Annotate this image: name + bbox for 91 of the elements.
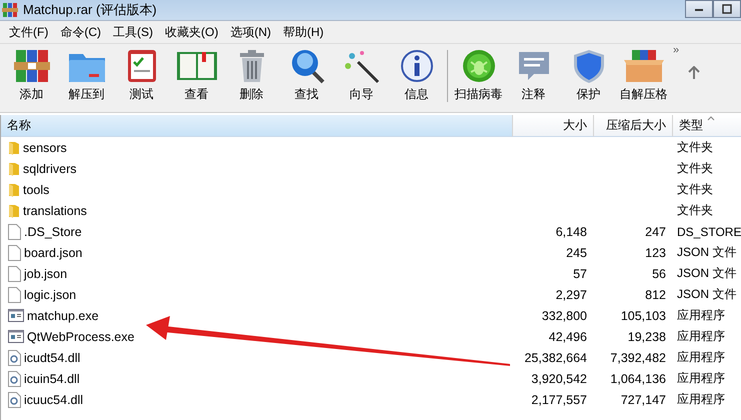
toolbar-button[interactable]: 向导 xyxy=(334,48,389,106)
type-cell: JSON 文件 xyxy=(677,266,736,280)
toolbar-button[interactable]: 自解压格 xyxy=(616,48,671,106)
toolbar-button[interactable]: 查看 xyxy=(169,48,224,106)
file-icon xyxy=(8,244,21,260)
toolbar-button[interactable]: 解压到 xyxy=(59,48,114,106)
file-name: icuin54.dll xyxy=(24,372,80,386)
menu-item[interactable]: 工具(S) xyxy=(107,24,159,40)
file-name: icuuc54.dll xyxy=(24,392,84,406)
file-icon xyxy=(8,224,21,240)
type-cell: 应用程序 xyxy=(677,392,725,406)
column-header[interactable]: 名称 xyxy=(1,115,513,137)
column-header[interactable]: 类型 xyxy=(673,115,741,137)
packed-size-cell: 1,064,136 xyxy=(610,372,666,386)
size-cell: 3,920,542 xyxy=(531,372,587,386)
more-button[interactable]: » xyxy=(673,44,680,56)
box-icon xyxy=(622,48,666,84)
file-name: sensors xyxy=(23,140,67,154)
file-name: .DS_Store xyxy=(24,224,82,238)
minimize-icon xyxy=(694,6,704,12)
packed-size-cell: 727,147 xyxy=(620,392,666,406)
maximize-icon xyxy=(722,4,732,14)
type-cell: 文件夹 xyxy=(677,161,713,175)
books-icon xyxy=(12,48,52,84)
toolbar-button[interactable]: 信息 xyxy=(389,48,444,106)
size-cell: 2,177,557 xyxy=(531,392,587,406)
packed-size-cell: 812 xyxy=(645,288,666,302)
application-icon xyxy=(8,309,24,322)
sort-icon xyxy=(707,116,715,121)
size-cell: 42,496 xyxy=(548,330,587,344)
toolbar-button[interactable]: 保护 xyxy=(561,48,616,106)
packed-size-cell: 123 xyxy=(645,246,666,260)
file-name: job.json xyxy=(24,266,68,280)
size-cell: 332,800 xyxy=(542,308,587,322)
gear-file-icon xyxy=(8,392,21,408)
menu-item[interactable]: 文件(F) xyxy=(3,24,54,40)
type-cell: JSON 文件 xyxy=(677,245,736,259)
app-icon xyxy=(2,2,18,18)
gear-file-icon xyxy=(8,350,21,366)
packed-size-cell: 247 xyxy=(645,224,666,238)
toolbar-button[interactable]: 添加 xyxy=(4,48,59,106)
menu-item[interactable]: 收藏夹(O) xyxy=(159,24,224,40)
type-cell: 应用程序 xyxy=(677,371,725,385)
menu-item[interactable]: 命令(C) xyxy=(54,24,107,40)
file-name: matchup.exe xyxy=(27,308,99,322)
toolbar-button[interactable]: 注释 xyxy=(506,48,561,106)
file-name: tools xyxy=(23,182,50,196)
size-cell: 2,297 xyxy=(556,288,587,302)
file-name: QtWebProcess.exe xyxy=(27,330,134,344)
folder-icon xyxy=(8,203,20,218)
toolbar-button[interactable]: 删除 xyxy=(224,48,279,106)
type-cell: 应用程序 xyxy=(677,329,725,343)
folder-icon xyxy=(8,161,20,176)
folder-icon xyxy=(8,182,20,197)
type-cell: DS_STORE xyxy=(677,224,741,238)
window-title: Matchup.rar (评估版本) xyxy=(23,1,157,19)
type-cell: 应用程序 xyxy=(677,308,725,322)
minimize-button[interactable] xyxy=(685,0,713,18)
packed-size-cell: 19,238 xyxy=(628,330,666,344)
up-arrow-icon xyxy=(688,66,700,80)
up-arrow-button[interactable] xyxy=(687,66,702,82)
packed-size-cell: 7,392,482 xyxy=(610,350,666,364)
toolbar-button[interactable]: 查找 xyxy=(279,48,334,106)
file-name: logic.json xyxy=(24,288,76,302)
type-cell: 应用程序 xyxy=(677,350,725,364)
menu-item[interactable]: 帮助(H) xyxy=(277,24,330,40)
column-header[interactable]: 压缩后大小 xyxy=(594,115,673,137)
packed-size-cell: 56 xyxy=(652,266,666,280)
file-icon xyxy=(8,266,21,282)
file-name: translations xyxy=(23,204,87,218)
size-cell: 25,382,664 xyxy=(524,350,587,364)
type-cell: JSON 文件 xyxy=(677,287,736,301)
type-cell: 文件夹 xyxy=(677,182,713,196)
file-icon xyxy=(8,286,21,302)
packed-size-cell: 105,103 xyxy=(620,308,666,322)
size-cell: 6,148 xyxy=(556,224,587,238)
menu-item[interactable]: 选项(N) xyxy=(224,24,277,40)
type-cell: 文件夹 xyxy=(677,203,713,217)
toolbar-button[interactable]: 扫描病毒 xyxy=(451,48,506,106)
column-header[interactable]: 大小 xyxy=(513,115,594,137)
gear-file-icon xyxy=(8,370,21,386)
folder-icon xyxy=(8,140,20,155)
size-cell: 245 xyxy=(566,246,587,260)
application-icon xyxy=(8,330,24,343)
file-name: sqldrivers xyxy=(23,162,76,176)
file-name: icudt54.dll xyxy=(24,350,80,364)
maximize-button[interactable] xyxy=(713,0,741,18)
size-cell: 57 xyxy=(573,266,587,280)
type-cell: 文件夹 xyxy=(677,140,713,154)
toolbar-button[interactable]: 测试 xyxy=(114,48,169,106)
file-name: board.json xyxy=(24,246,82,260)
